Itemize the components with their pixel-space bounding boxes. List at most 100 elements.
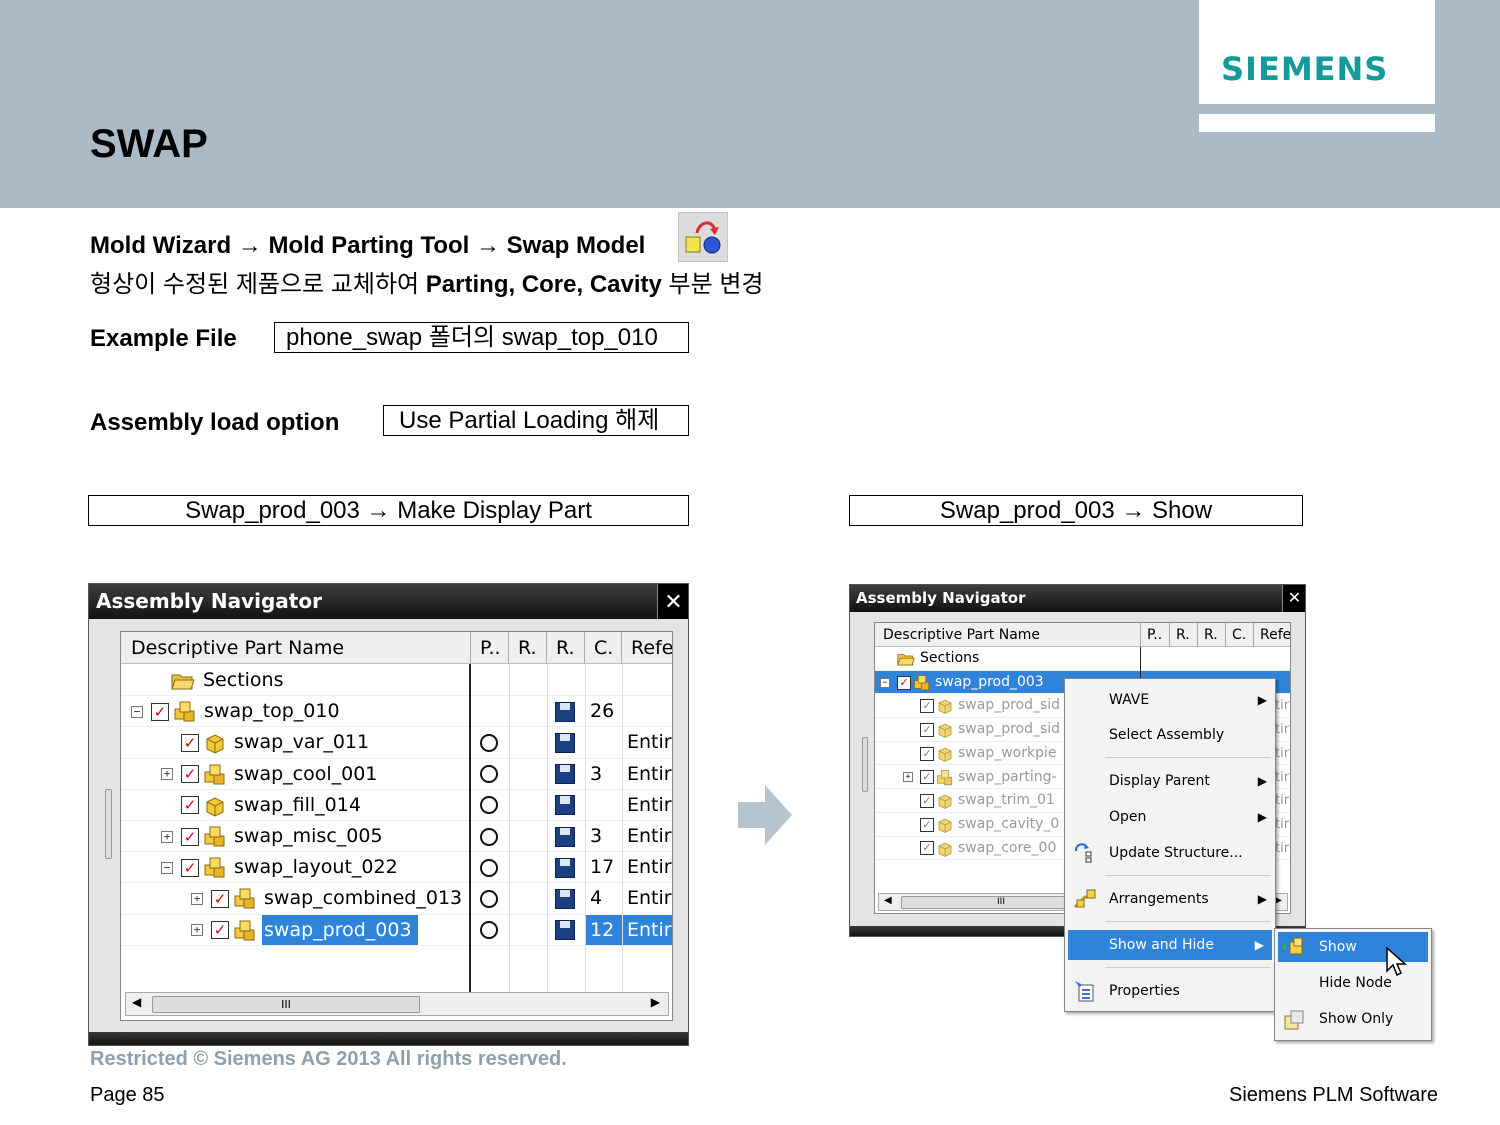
slide-title: SWAP <box>90 122 208 166</box>
scroll-left-icon[interactable]: ◀ <box>132 995 141 1009</box>
horizontal-scrollbar[interactable]: ◀ III ▶ <box>125 992 669 1016</box>
col-r1[interactable]: R. <box>509 632 547 664</box>
col-refe[interactable]: Refe <box>1254 623 1290 647</box>
table-row[interactable]: + ✓ swap_prod_003 12 Entire <box>121 914 672 946</box>
visibility-checkbox[interactable]: ✓ <box>181 827 199 846</box>
arrow-icon: → <box>475 232 500 259</box>
visibility-checkbox[interactable]: ✓ <box>211 921 229 940</box>
count-cell <box>590 727 620 758</box>
submenu-arrow-icon: ▶ <box>1257 892 1267 906</box>
scroll-right-icon[interactable]: ▶ <box>651 995 660 1009</box>
col-r2[interactable]: R. <box>547 632 585 664</box>
count-cell: 3 <box>590 762 603 785</box>
big-arrow-icon <box>738 785 792 845</box>
radio-circle-icon[interactable] <box>480 765 498 784</box>
menu-item-select-assembly[interactable]: Select Assembly <box>1065 720 1275 750</box>
col-c[interactable]: C. <box>1226 623 1254 647</box>
reference-cell: tir <box>1275 769 1290 785</box>
col-p[interactable]: P.. <box>471 632 509 664</box>
sections-row[interactable]: Sections <box>875 647 1290 671</box>
table-row[interactable]: + ✓ swap_combined_013 4 Entire <box>121 883 672 915</box>
radio-circle-icon[interactable] <box>480 889 498 908</box>
menu-item-show[interactable]: Show <box>1278 932 1428 977</box>
expand-icon[interactable]: + <box>191 924 203 937</box>
visibility-checkbox[interactable]: ✓ <box>181 765 199 784</box>
col-r1[interactable]: R. <box>1170 623 1198 647</box>
menu-label: Update Structure... <box>1109 845 1243 861</box>
visibility-checkbox[interactable]: ✓ <box>920 770 934 785</box>
assembly-icon <box>233 887 257 915</box>
part-name: swap_prod_003 <box>262 914 418 945</box>
left-grip-handle[interactable] <box>862 737 868 792</box>
collapse-icon[interactable]: − <box>880 677 890 688</box>
collapse-icon[interactable]: − <box>131 705 143 718</box>
table-row[interactable]: −✓ swap_layout_022 17 Entire <box>121 852 672 884</box>
col-descriptive-part-name[interactable]: Descriptive Part Name <box>121 632 471 664</box>
menu-path: Mold Wizard → Mold Parting Tool → Swap M… <box>90 232 645 260</box>
table-row[interactable]: ✓ swap_fill_014 Entire <box>121 790 672 821</box>
radio-circle-icon[interactable] <box>480 858 498 877</box>
menu-item-show-only[interactable]: Show Only <box>1275 1004 1431 1034</box>
menu-item-wave[interactable]: WAVE ▶ <box>1065 685 1275 715</box>
col-r2[interactable]: R. <box>1198 623 1226 647</box>
expand-icon[interactable]: + <box>161 768 173 781</box>
part-name: swap_top_010 <box>204 700 340 723</box>
visibility-checkbox[interactable]: ✓ <box>920 841 934 856</box>
menu-label: WAVE <box>1109 692 1150 708</box>
radio-circle-icon[interactable] <box>480 921 498 940</box>
sections-row[interactable]: Sections <box>121 665 672 697</box>
close-icon[interactable]: ✕ <box>1282 585 1305 612</box>
radio-circle-icon[interactable] <box>480 796 498 815</box>
part-name: Sections <box>920 650 980 666</box>
expand-icon[interactable]: + <box>903 772 913 783</box>
menu-item-display-parent[interactable]: Display Parent ▶ <box>1065 766 1275 796</box>
visibility-checkbox[interactable]: ✓ <box>920 817 934 832</box>
save-disk-icon <box>555 857 575 878</box>
table-row[interactable]: + ✓ swap_misc_005 3 Entire <box>121 821 672 853</box>
col-descriptive-part-name[interactable]: Descriptive Part Name <box>875 623 1141 647</box>
col-c[interactable]: C. <box>585 632 622 664</box>
table-row[interactable]: ✓ swap_var_011 Entire <box>121 727 672 759</box>
visibility-checkbox[interactable]: ✓ <box>181 796 199 815</box>
col-p[interactable]: P.. <box>1141 623 1170 647</box>
radio-circle-icon[interactable] <box>480 827 498 846</box>
left-grip-handle[interactable] <box>105 789 112 859</box>
visibility-checkbox[interactable]: ✓ <box>181 733 199 752</box>
table-row[interactable]: + ✓ swap_cool_001 3 Entire <box>121 759 672 790</box>
swap-model-icon[interactable] <box>678 212 728 262</box>
menu-item-properties[interactable]: Properties <box>1065 976 1275 1006</box>
save-disk-icon <box>555 764 575 785</box>
logo-strip <box>1199 114 1435 132</box>
expand-icon[interactable]: + <box>191 892 203 905</box>
example-file-box: phone_swap 폴더의 swap_top_010 <box>274 322 689 353</box>
menu-item-update-structure[interactable]: Update Structure... <box>1065 838 1275 868</box>
expand-icon[interactable]: + <box>161 830 173 843</box>
part-icon <box>203 731 227 759</box>
visibility-checkbox[interactable]: ✓ <box>181 858 199 877</box>
reference-cell: tir <box>1275 816 1290 832</box>
part-name: swap_prod_003 <box>935 673 1044 690</box>
visibility-checkbox[interactable]: ✓ <box>897 675 911 690</box>
collapse-icon[interactable]: − <box>161 861 173 874</box>
visibility-checkbox[interactable]: ✓ <box>920 746 934 761</box>
menu-item-show-and-hide[interactable]: Show and Hide ▶ <box>1068 930 1272 960</box>
table-row[interactable]: − ✓ swap_top_010 26 <box>121 696 672 728</box>
col-refe[interactable]: Refe <box>622 632 672 664</box>
menu-label: Display Parent <box>1109 773 1210 789</box>
visibility-checkbox[interactable]: ✓ <box>211 889 229 908</box>
visibility-checkbox[interactable]: ✓ <box>920 699 934 714</box>
part-icon <box>203 794 227 822</box>
menu-item-hide-node[interactable]: Hide Node <box>1275 968 1431 998</box>
scroll-thumb[interactable]: III <box>152 996 420 1013</box>
visibility-checkbox[interactable]: ✓ <box>151 702 169 721</box>
column-gridline <box>585 664 586 992</box>
reference-cell: tir <box>1275 745 1290 761</box>
visibility-checkbox[interactable]: ✓ <box>920 722 934 737</box>
scroll-left-icon[interactable]: ◀ <box>884 895 892 906</box>
part-icon <box>936 792 954 814</box>
close-icon[interactable]: ✕ <box>657 584 688 619</box>
menu-item-open[interactable]: Open ▶ <box>1065 802 1275 832</box>
visibility-checkbox[interactable]: ✓ <box>920 794 934 809</box>
radio-circle-icon[interactable] <box>480 733 498 752</box>
menu-item-arrangements[interactable]: Arrangements ▶ <box>1065 884 1275 914</box>
